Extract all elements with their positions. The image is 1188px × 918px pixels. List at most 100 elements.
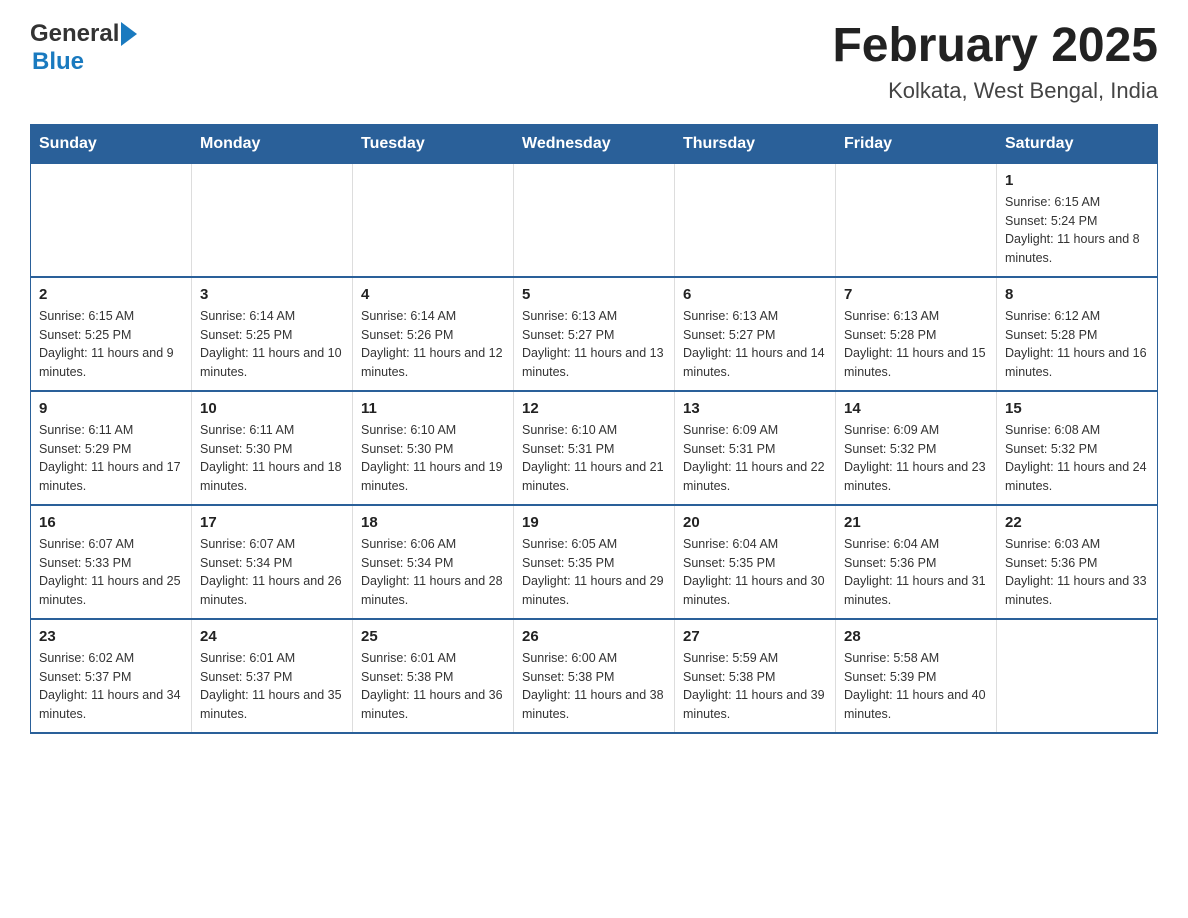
day-cell: 22 Sunrise: 6:03 AMSunset: 5:36 PMDayligh…	[997, 505, 1158, 619]
logo-arrow-icon	[121, 22, 137, 46]
header-friday: Friday	[836, 124, 997, 163]
day-cell	[353, 163, 514, 277]
day-cell: 11Sunrise: 6:10 AMSunset: 5:30 PMDayligh…	[353, 391, 514, 505]
header-thursday: Thursday	[675, 124, 836, 163]
page-header: General Blue February 2025 Kolkata, West…	[30, 20, 1158, 104]
day-cell: 3 Sunrise: 6:14 AMSunset: 5:25 PMDaylight…	[192, 277, 353, 391]
day-info: Sunrise: 6:14 AMSunset: 5:25 PMDaylight:…	[200, 307, 344, 382]
day-number: 10	[200, 400, 344, 417]
day-cell: 28Sunrise: 5:58 AMSunset: 5:39 PMDayligh…	[836, 619, 997, 733]
day-info: Sunrise: 6:08 AMSunset: 5:32 PMDaylight:…	[1005, 421, 1149, 496]
day-number: 26	[522, 628, 666, 645]
day-number: 20	[683, 514, 827, 531]
day-cell: 17 Sunrise: 6:07 AMSunset: 5:34 PMDayligh…	[192, 505, 353, 619]
day-info: Sunrise: 6:01 AMSunset: 5:37 PMDaylight:…	[200, 649, 344, 724]
header-sunday: Sunday	[31, 124, 192, 163]
calendar-title: February 2025	[832, 20, 1158, 73]
day-info: Sunrise: 6:12 AMSunset: 5:28 PMDaylight:…	[1005, 307, 1149, 382]
day-cell: 4 Sunrise: 6:14 AMSunset: 5:26 PMDaylight…	[353, 277, 514, 391]
logo: General Blue	[30, 20, 137, 76]
header-tuesday: Tuesday	[353, 124, 514, 163]
day-number: 17	[200, 514, 344, 531]
day-cell: 15 Sunrise: 6:08 AMSunset: 5:32 PMDayligh…	[997, 391, 1158, 505]
day-info: Sunrise: 6:07 AMSunset: 5:34 PMDaylight:…	[200, 535, 344, 610]
days-header-row: SundayMondayTuesdayWednesdayThursdayFrid…	[31, 124, 1158, 163]
day-info: Sunrise: 6:00 AMSunset: 5:38 PMDaylight:…	[522, 649, 666, 724]
day-cell: 9Sunrise: 6:11 AMSunset: 5:29 PMDaylight…	[31, 391, 192, 505]
day-info: Sunrise: 6:02 AMSunset: 5:37 PMDaylight:…	[39, 649, 183, 724]
day-cell: 8 Sunrise: 6:12 AMSunset: 5:28 PMDaylight…	[997, 277, 1158, 391]
day-info: Sunrise: 6:14 AMSunset: 5:26 PMDaylight:…	[361, 307, 505, 382]
day-info: Sunrise: 6:09 AMSunset: 5:31 PMDaylight:…	[683, 421, 827, 496]
day-info: Sunrise: 6:07 AMSunset: 5:33 PMDaylight:…	[39, 535, 183, 610]
day-number: 24	[200, 628, 344, 645]
day-info: Sunrise: 6:15 AMSunset: 5:24 PMDaylight:…	[1005, 193, 1149, 268]
day-number: 28	[844, 628, 988, 645]
day-cell: 21 Sunrise: 6:04 AMSunset: 5:36 PMDayligh…	[836, 505, 997, 619]
day-cell	[997, 619, 1158, 733]
day-cell: 18Sunrise: 6:06 AMSunset: 5:34 PMDayligh…	[353, 505, 514, 619]
day-cell: 20Sunrise: 6:04 AMSunset: 5:35 PMDayligh…	[675, 505, 836, 619]
day-number: 8	[1005, 286, 1149, 303]
day-number: 2	[39, 286, 183, 303]
day-cell: 2 Sunrise: 6:15 AMSunset: 5:25 PMDaylight…	[31, 277, 192, 391]
day-cell: 25 Sunrise: 6:01 AMSunset: 5:38 PMDayligh…	[353, 619, 514, 733]
day-cell	[836, 163, 997, 277]
day-number: 7	[844, 286, 988, 303]
week-row-5: 23Sunrise: 6:02 AMSunset: 5:37 PMDayligh…	[31, 619, 1158, 733]
day-cell: 24 Sunrise: 6:01 AMSunset: 5:37 PMDayligh…	[192, 619, 353, 733]
day-cell: 1 Sunrise: 6:15 AMSunset: 5:24 PMDaylight…	[997, 163, 1158, 277]
day-info: Sunrise: 6:01 AMSunset: 5:38 PMDaylight:…	[361, 649, 505, 724]
header-saturday: Saturday	[997, 124, 1158, 163]
week-row-3: 9Sunrise: 6:11 AMSunset: 5:29 PMDaylight…	[31, 391, 1158, 505]
day-number: 11	[361, 400, 505, 417]
day-cell: 13 Sunrise: 6:09 AMSunset: 5:31 PMDayligh…	[675, 391, 836, 505]
day-cell: 19Sunrise: 6:05 AMSunset: 5:35 PMDayligh…	[514, 505, 675, 619]
day-number: 27	[683, 628, 827, 645]
day-cell	[31, 163, 192, 277]
day-info: Sunrise: 6:10 AMSunset: 5:31 PMDaylight:…	[522, 421, 666, 496]
week-row-1: 1 Sunrise: 6:15 AMSunset: 5:24 PMDaylight…	[31, 163, 1158, 277]
day-number: 21	[844, 514, 988, 531]
day-number: 16	[39, 514, 183, 531]
day-cell: 23Sunrise: 6:02 AMSunset: 5:37 PMDayligh…	[31, 619, 192, 733]
day-info: Sunrise: 6:04 AMSunset: 5:36 PMDaylight:…	[844, 535, 988, 610]
day-number: 9	[39, 400, 183, 417]
day-cell: 10 Sunrise: 6:11 AMSunset: 5:30 PMDayligh…	[192, 391, 353, 505]
day-cell	[675, 163, 836, 277]
week-row-4: 16 Sunrise: 6:07 AMSunset: 5:33 PMDayligh…	[31, 505, 1158, 619]
day-cell: 16 Sunrise: 6:07 AMSunset: 5:33 PMDayligh…	[31, 505, 192, 619]
day-cell: 6Sunrise: 6:13 AMSunset: 5:27 PMDaylight…	[675, 277, 836, 391]
day-number: 22	[1005, 514, 1149, 531]
day-info: Sunrise: 6:11 AMSunset: 5:30 PMDaylight:…	[200, 421, 344, 496]
day-cell: 12 Sunrise: 6:10 AMSunset: 5:31 PMDayligh…	[514, 391, 675, 505]
title-section: February 2025 Kolkata, West Bengal, Indi…	[832, 20, 1158, 104]
day-cell: 14Sunrise: 6:09 AMSunset: 5:32 PMDayligh…	[836, 391, 997, 505]
day-number: 19	[522, 514, 666, 531]
day-number: 5	[522, 286, 666, 303]
calendar-table: SundayMondayTuesdayWednesdayThursdayFrid…	[30, 124, 1158, 734]
day-number: 13	[683, 400, 827, 417]
day-info: Sunrise: 6:15 AMSunset: 5:25 PMDaylight:…	[39, 307, 183, 382]
day-number: 12	[522, 400, 666, 417]
day-info: Sunrise: 6:03 AMSunset: 5:36 PMDaylight:…	[1005, 535, 1149, 610]
day-cell: 27Sunrise: 5:59 AMSunset: 5:38 PMDayligh…	[675, 619, 836, 733]
header-wednesday: Wednesday	[514, 124, 675, 163]
day-info: Sunrise: 6:13 AMSunset: 5:27 PMDaylight:…	[522, 307, 666, 382]
day-info: Sunrise: 6:06 AMSunset: 5:34 PMDaylight:…	[361, 535, 505, 610]
day-cell: 5 Sunrise: 6:13 AMSunset: 5:27 PMDaylight…	[514, 277, 675, 391]
day-number: 1	[1005, 172, 1149, 189]
day-info: Sunrise: 6:13 AMSunset: 5:27 PMDaylight:…	[683, 307, 827, 382]
day-number: 3	[200, 286, 344, 303]
day-cell: 7 Sunrise: 6:13 AMSunset: 5:28 PMDaylight…	[836, 277, 997, 391]
day-number: 4	[361, 286, 505, 303]
day-number: 15	[1005, 400, 1149, 417]
day-cell	[192, 163, 353, 277]
header-monday: Monday	[192, 124, 353, 163]
logo-blue-text: Blue	[32, 48, 84, 75]
day-info: Sunrise: 6:13 AMSunset: 5:28 PMDaylight:…	[844, 307, 988, 382]
day-number: 14	[844, 400, 988, 417]
day-number: 25	[361, 628, 505, 645]
logo-general-text: General	[30, 20, 119, 48]
day-cell	[514, 163, 675, 277]
